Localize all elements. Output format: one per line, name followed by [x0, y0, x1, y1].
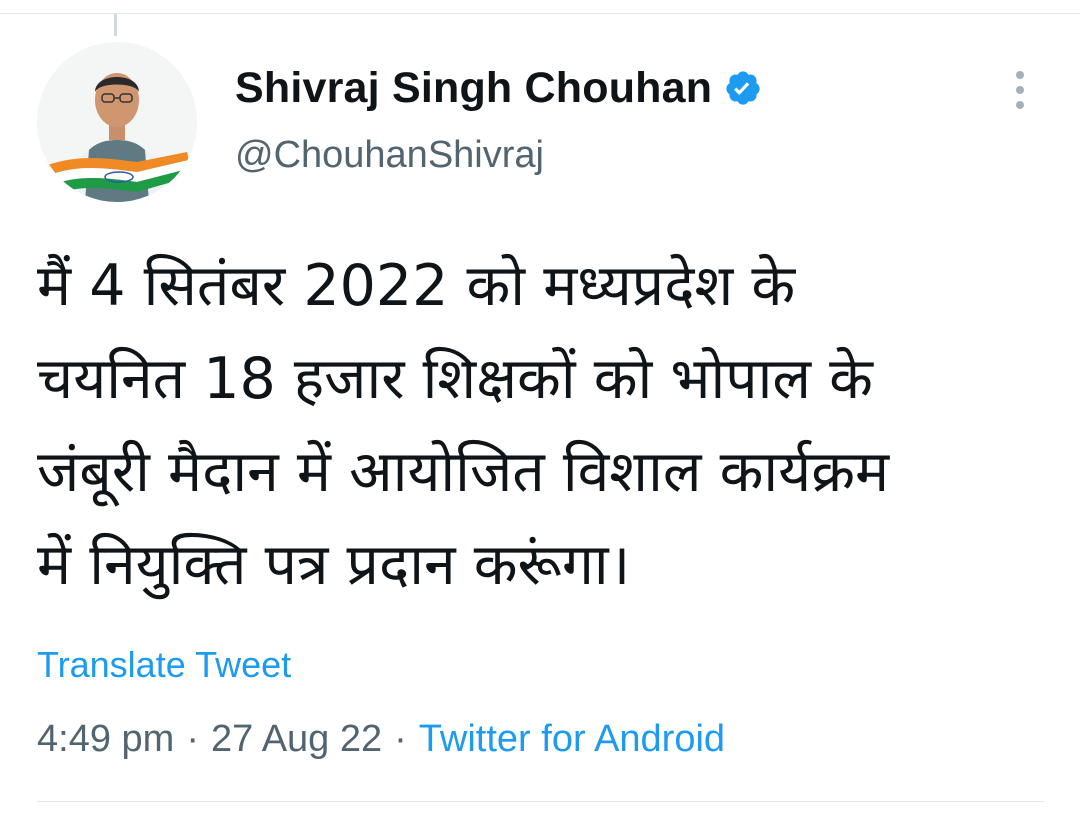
translate-tweet-link[interactable]: Translate Tweet: [37, 644, 291, 686]
tweet-date[interactable]: 27 Aug 22: [211, 718, 382, 761]
more-vertical-icon-dot: [1016, 86, 1024, 94]
profile-photo: [37, 42, 197, 202]
thread-connector-line: [114, 14, 117, 36]
separator-dot: ·: [186, 718, 199, 760]
bottom-divider: [37, 801, 1044, 802]
tweet-source-link[interactable]: Twitter for Android: [419, 718, 725, 761]
avatar[interactable]: [37, 42, 197, 202]
verified-badge-icon: [724, 69, 762, 107]
tweet-metadata: 4:49 pm · 27 Aug 22 · Twitter for Androi…: [37, 718, 725, 761]
author-info[interactable]: Shivraj Singh Chouhan: [235, 58, 762, 118]
more-vertical-icon-dot: [1016, 101, 1024, 109]
tweet-text: मैं 4 सितंबर 2022 को मध्यप्रदेश के चयनित…: [37, 253, 890, 598]
separator-dot: ·: [394, 718, 407, 760]
top-divider: [0, 13, 1080, 14]
display-name[interactable]: Shivraj Singh Chouhan: [235, 64, 712, 113]
more-vertical-icon: [1016, 71, 1024, 79]
more-options-button[interactable]: [1002, 66, 1038, 114]
tweet-time[interactable]: 4:49 pm: [37, 718, 174, 761]
user-handle[interactable]: @ChouhanShivraj: [235, 134, 544, 177]
